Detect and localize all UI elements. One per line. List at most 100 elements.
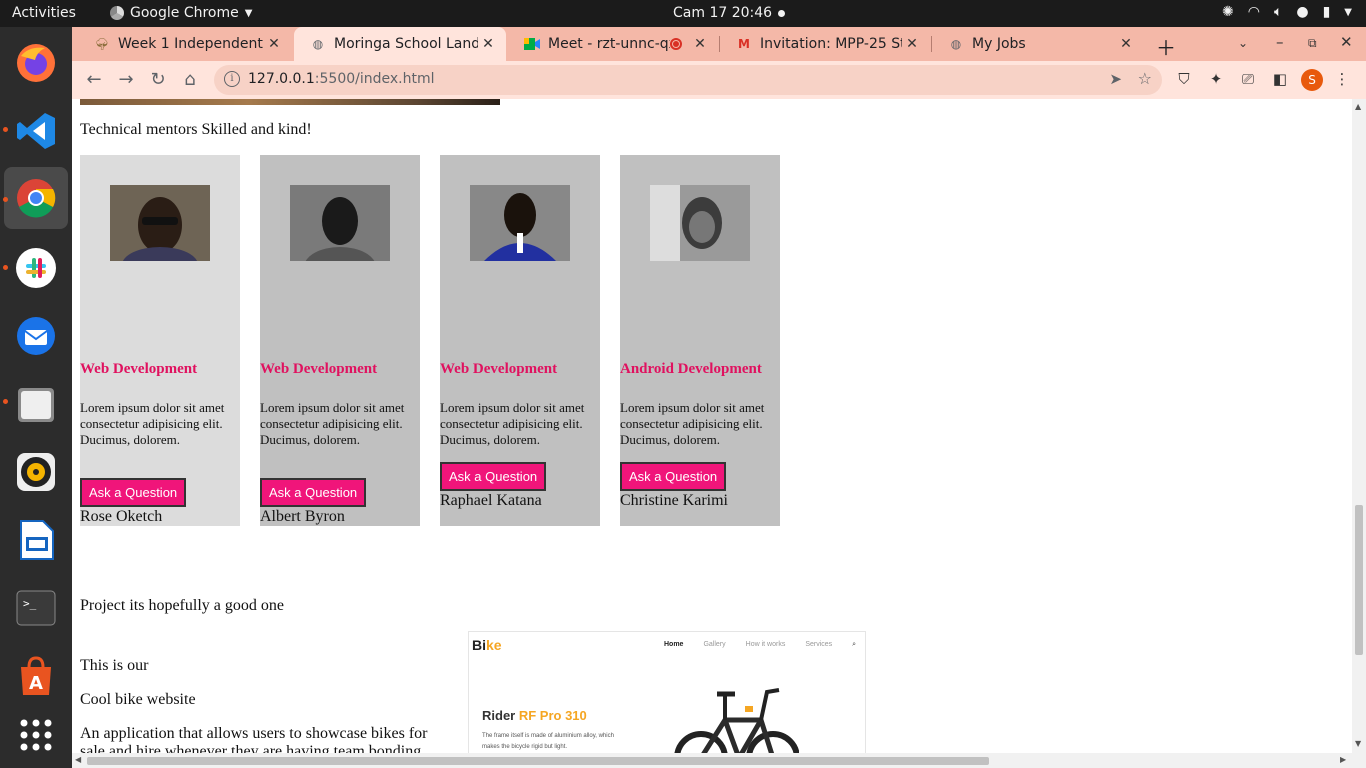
cast-icon[interactable]: ⎚ bbox=[1238, 70, 1258, 90]
volume-icon[interactable]: 🔈︎ bbox=[1274, 4, 1282, 20]
horizontal-scrollbar[interactable]: ◀ ▶ bbox=[72, 753, 1352, 768]
project-heading: Project its hopefully a good one bbox=[80, 597, 284, 614]
back-button[interactable]: ← bbox=[82, 68, 106, 92]
project-title: Cool bike website bbox=[80, 691, 196, 708]
ask-question-button[interactable]: Ask a Question bbox=[440, 462, 547, 491]
bookmark-star-icon[interactable]: ☆ bbox=[1138, 69, 1152, 88]
chrome-icon bbox=[110, 6, 124, 20]
dock: >_ A bbox=[0, 27, 72, 768]
mentor-name: Christine Karimi bbox=[620, 492, 728, 509]
tab-title: Invitation: MPP-25 Sta bbox=[760, 36, 902, 52]
scroll-left-arrow-icon[interactable]: ◀ bbox=[75, 755, 81, 764]
url-path: :5500/index.html bbox=[314, 71, 435, 87]
send-to-device-icon[interactable]: ➤ bbox=[1109, 70, 1122, 88]
globe-icon: ◍ bbox=[312, 37, 324, 51]
svg-text:A: A bbox=[29, 673, 43, 694]
battery-icon[interactable]: ▮ bbox=[1323, 4, 1331, 20]
activities-button[interactable]: Activities bbox=[12, 5, 76, 21]
tab-title: Meet - rzt-unnc-qxt bbox=[548, 36, 670, 52]
vscode-launcher[interactable] bbox=[13, 108, 59, 154]
horizontal-scroll-thumb[interactable] bbox=[87, 757, 989, 765]
files-launcher[interactable] bbox=[13, 381, 59, 427]
close-icon[interactable]: ✕ bbox=[1116, 36, 1136, 52]
tab-week1[interactable]: 🌳︎ Week 1 Independent P ✕ bbox=[78, 27, 292, 61]
page-viewport: Technical mentors Skilled and kind! Web … bbox=[72, 99, 1352, 753]
shield-extension-icon[interactable]: ⛉ bbox=[1174, 70, 1194, 90]
close-icon[interactable]: ✕ bbox=[902, 36, 922, 52]
wifi-icon[interactable]: ◠ bbox=[1248, 4, 1260, 20]
url-host: 127.0.0.1 bbox=[248, 71, 315, 87]
close-icon[interactable]: ✕ bbox=[264, 36, 284, 52]
search-icon: ⌕ bbox=[852, 641, 857, 648]
firefox-launcher[interactable] bbox=[13, 40, 59, 86]
ask-question-button[interactable]: Ask a Question bbox=[80, 478, 187, 507]
minimize-button[interactable]: – bbox=[1276, 33, 1284, 51]
bike-model-title: Rider RF Pro 310 bbox=[482, 708, 587, 723]
scroll-right-arrow-icon[interactable]: ▶ bbox=[1340, 755, 1346, 764]
bicycle-image bbox=[674, 688, 799, 753]
profile-avatar[interactable]: S bbox=[1301, 69, 1323, 91]
tab-title: My Jobs bbox=[972, 36, 1026, 52]
chrome-launcher[interactable] bbox=[4, 167, 68, 229]
system-tray[interactable]: ✺ ◠ 🔈︎ ● ▮ ▼ bbox=[1222, 4, 1352, 20]
tab-my-jobs[interactable]: ◍ My Jobs ✕ bbox=[932, 27, 1144, 61]
tab-search-chevron-icon[interactable]: ⌄ bbox=[1238, 36, 1248, 50]
project-intro-line: This is our bbox=[80, 657, 149, 674]
globe-icon: ◍ bbox=[950, 37, 962, 51]
tab-strip: 🌳︎ Week 1 Independent P ✕ ◍ Moringa Scho… bbox=[72, 27, 1366, 61]
scroll-down-arrow-icon[interactable]: ▼ bbox=[1355, 739, 1361, 748]
mentor-photo bbox=[470, 185, 570, 261]
tab-invitation[interactable]: M Invitation: MPP-25 Sta ✕ bbox=[720, 27, 930, 61]
more-menu-icon[interactable]: ⋮ bbox=[1332, 70, 1352, 90]
notification-dot-icon bbox=[778, 10, 785, 17]
course-title: Web Development bbox=[80, 361, 198, 377]
mentor-name: Raphael Katana bbox=[440, 492, 542, 509]
clock[interactable]: Cam 17 20:46 bbox=[673, 5, 772, 21]
close-icon[interactable]: ✕ bbox=[478, 36, 498, 52]
tab-meet[interactable]: Meet - rzt-unnc-qxt ✕ bbox=[508, 27, 718, 61]
tree-icon: 🌳︎ bbox=[94, 37, 110, 51]
url-text[interactable]: 127.0.0.1:5500/index.html bbox=[248, 71, 435, 87]
svg-text:>_: >_ bbox=[23, 597, 37, 610]
terminal-launcher[interactable]: >_ bbox=[13, 585, 59, 631]
mentor-photo bbox=[650, 185, 750, 261]
close-window-button[interactable]: ✕ bbox=[1340, 33, 1353, 51]
vertical-scroll-thumb[interactable] bbox=[1355, 505, 1363, 655]
bike-nav-item: Gallery bbox=[703, 641, 726, 648]
ask-question-button[interactable]: Ask a Question bbox=[260, 478, 367, 507]
mentor-card: Web Development Lorem ipsum dolor sit am… bbox=[440, 155, 600, 526]
mentor-card: Web Development Lorem ipsum dolor sit am… bbox=[260, 155, 420, 526]
writer-launcher[interactable] bbox=[13, 517, 59, 563]
course-description: Lorem ipsum dolor sit amet consectetur a… bbox=[440, 400, 585, 447]
bike-nav: Home Gallery How it works Services ⌕ bbox=[664, 641, 856, 649]
microphone-icon[interactable]: ● bbox=[1296, 4, 1308, 20]
recording-icon bbox=[670, 38, 682, 50]
power-menu-chevron-icon[interactable]: ▼ bbox=[1344, 7, 1352, 18]
rhythmbox-launcher[interactable] bbox=[13, 449, 59, 495]
firefox-icon bbox=[17, 44, 55, 82]
ask-question-button[interactable]: Ask a Question bbox=[620, 462, 727, 491]
reload-button[interactable]: ↻ bbox=[146, 68, 170, 92]
side-panel-icon[interactable]: ◧ bbox=[1270, 70, 1290, 90]
app-menu[interactable]: Google Chrome ▼ bbox=[110, 5, 252, 21]
close-icon[interactable]: ✕ bbox=[690, 36, 710, 52]
vertical-scrollbar[interactable]: ▲ ▼ bbox=[1352, 99, 1366, 768]
new-tab-button[interactable]: ＋ bbox=[1156, 32, 1176, 61]
home-button[interactable]: ⌂ bbox=[178, 68, 202, 92]
course-title: Web Development bbox=[440, 361, 558, 377]
show-apps-button[interactable] bbox=[13, 712, 59, 758]
slack-launcher[interactable] bbox=[13, 245, 59, 291]
site-info-icon[interactable]: i bbox=[224, 71, 240, 87]
thunderbird-launcher[interactable] bbox=[13, 313, 59, 359]
restore-button[interactable]: ⧉ bbox=[1308, 36, 1317, 51]
software-launcher[interactable]: A bbox=[13, 653, 59, 699]
extensions-puzzle-icon[interactable]: ✦ bbox=[1206, 70, 1226, 90]
tab-moringa[interactable]: ◍ Moringa School Landi ✕ bbox=[294, 27, 506, 61]
running-indicator bbox=[3, 265, 8, 270]
forward-button[interactable]: → bbox=[114, 68, 138, 92]
chrome-icon bbox=[17, 179, 56, 218]
document-icon bbox=[20, 520, 54, 560]
address-bar[interactable]: i 127.0.0.1:5500/index.html ➤ ☆ bbox=[214, 65, 1162, 95]
color-picker-icon[interactable]: ✺ bbox=[1222, 4, 1234, 20]
scroll-up-arrow-icon[interactable]: ▲ bbox=[1355, 102, 1361, 111]
